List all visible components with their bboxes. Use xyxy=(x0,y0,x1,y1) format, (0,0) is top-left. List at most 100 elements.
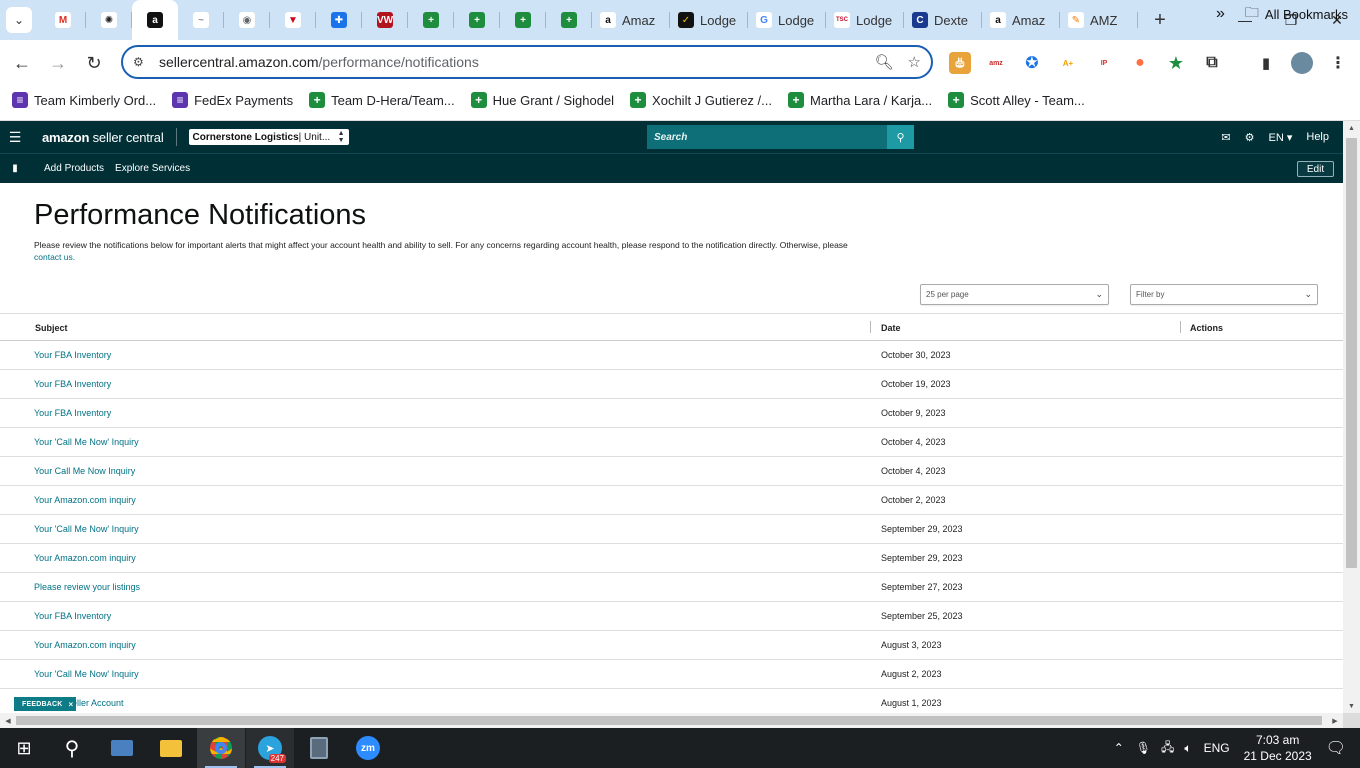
browser-tab[interactable]: + xyxy=(408,0,454,40)
browser-tab[interactable]: + xyxy=(454,0,500,40)
notification-subject-link[interactable]: Your Amazon.com inquiry xyxy=(34,553,136,563)
extension-amz-icon[interactable]: amz xyxy=(985,52,1007,74)
notification-subject-link[interactable]: Your Call Me Now Inquiry xyxy=(34,466,135,476)
bookmark-item[interactable]: ≡ Team Kimberly Ord... xyxy=(4,92,164,108)
bookmark-item[interactable]: + Xochilt J Gutierez /... xyxy=(622,92,780,108)
vertical-scroll-thumb[interactable] xyxy=(1346,138,1357,568)
hamburger-menu-icon[interactable]: ☰ xyxy=(0,129,30,146)
feedback-close-icon[interactable]: × xyxy=(69,700,74,709)
browser-tab[interactable]: + xyxy=(500,0,546,40)
nav-explore-services[interactable]: Explore Services xyxy=(115,163,190,174)
microphone-icon[interactable]: 🎙︎ xyxy=(1136,741,1151,755)
forward-button[interactable]: → xyxy=(40,45,76,81)
contact-us-link[interactable]: contact us. xyxy=(34,252,75,262)
bookmark-item[interactable]: + Scott Alley - Team... xyxy=(940,92,1093,108)
extension-ascout-icon[interactable]: A+ xyxy=(1057,52,1079,74)
tray-overflow-icon[interactable]: ⌃ xyxy=(1114,741,1124,755)
scroll-left-icon[interactable]: ◀ xyxy=(0,713,16,728)
extension-ip-alert-icon[interactable]: IP xyxy=(1093,52,1115,74)
column-date[interactable]: Date xyxy=(881,323,901,333)
notification-subject-link[interactable]: Your 'Call Me Now' Inquiry xyxy=(34,524,139,534)
side-panel-icon[interactable]: ▮ xyxy=(1255,52,1277,74)
address-bar[interactable]: ⚙ sellercentral.amazon.com/performance/n… xyxy=(121,45,933,79)
taskbar-search-button[interactable]: ⚲ xyxy=(48,728,96,768)
extension-star-icon[interactable]: ★ xyxy=(1165,52,1187,74)
browser-tab[interactable]: ✚ xyxy=(316,0,362,40)
browser-tab[interactable]: ✎ AMZ xyxy=(1060,0,1138,40)
seller-central-logo[interactable]: amazon seller central xyxy=(42,130,164,145)
network-icon[interactable]: 🖧︎ xyxy=(1161,738,1174,759)
scroll-down-icon[interactable]: ▼ xyxy=(1343,699,1360,713)
chrome-menu-icon[interactable]: ⋮ xyxy=(1327,52,1349,74)
taskbar-calculator[interactable] xyxy=(295,728,343,768)
taskbar-chrome[interactable] xyxy=(197,728,245,768)
account-switcher[interactable]: Cornerstone Logistics | Unit... ▲ ▼ xyxy=(188,129,349,145)
browser-tab[interactable]: ~ xyxy=(178,0,224,40)
language-selector[interactable]: EN ▾ xyxy=(1269,131,1293,144)
more-bookmarks-button[interactable]: » xyxy=(1216,5,1225,23)
profile-avatar[interactable] xyxy=(1291,52,1313,74)
bookmark-item[interactable]: + Team D-Hera/Team... xyxy=(301,92,463,108)
notifications-icon[interactable]: 🗨︎ xyxy=(1326,738,1346,758)
clock[interactable]: 7:03 am 21 Dec 2023 xyxy=(1244,732,1312,764)
site-info-icon[interactable]: ⚙ xyxy=(133,55,151,69)
bookmark-star-icon[interactable]: ☆ xyxy=(908,53,921,71)
extensions-puzzle-icon[interactable]: ⧉ xyxy=(1201,52,1223,74)
notification-subject-link[interactable]: Your Amazon.com inquiry xyxy=(34,495,136,505)
help-link[interactable]: Help xyxy=(1306,131,1329,143)
notification-subject-link[interactable]: Your FBA Inventory xyxy=(34,611,111,621)
seller-search-input[interactable]: Search xyxy=(647,125,887,149)
vertical-scrollbar[interactable]: ▲ ▼ xyxy=(1343,121,1360,713)
horizontal-scroll-thumb[interactable] xyxy=(16,716,1322,725)
notification-subject-link[interactable]: Your FBA Inventory xyxy=(34,408,111,418)
bookmark-item[interactable]: + Martha Lara / Karja... xyxy=(780,92,940,108)
gear-icon[interactable]: ⚙ xyxy=(1245,131,1255,144)
browser-tab[interactable]: ▼ xyxy=(270,0,316,40)
taskbar-telegram[interactable]: ➤ 247 xyxy=(246,728,294,768)
extension-cake-icon[interactable]: 🎂︎ xyxy=(949,52,971,74)
bookmark-item[interactable]: ≡ FedEx Payments xyxy=(164,92,301,108)
notification-subject-link[interactable]: Please review your listings xyxy=(34,582,140,592)
notification-subject-link[interactable]: Your 'Call Me Now' Inquiry xyxy=(34,437,139,447)
notification-subject-link[interactable]: Your FBA Inventory xyxy=(34,379,111,389)
browser-tab[interactable]: TSC Lodge xyxy=(826,0,904,40)
feedback-button[interactable]: FEEDBACK × xyxy=(14,697,76,711)
start-button[interactable]: ⊞ xyxy=(0,728,48,768)
notification-subject-link[interactable]: Your FBA Inventory xyxy=(34,350,111,360)
edit-nav-button[interactable]: Edit xyxy=(1297,161,1334,177)
back-button[interactable]: ← xyxy=(4,45,40,81)
horizontal-scrollbar[interactable]: ◀ ▶ xyxy=(0,713,1343,728)
browser-tab[interactable]: a Amaz xyxy=(982,0,1060,40)
nav-add-products[interactable]: Add Products xyxy=(44,163,104,174)
per-page-select[interactable]: 25 per page ⌄ xyxy=(920,284,1109,305)
filter-select[interactable]: Filter by ⌄ xyxy=(1130,284,1318,305)
bookmark-item[interactable]: + Hue Grant / Sighodel xyxy=(463,92,622,108)
scroll-up-icon[interactable]: ▲ xyxy=(1343,121,1360,135)
new-tab-button[interactable]: + xyxy=(1146,6,1174,34)
browser-tab[interactable]: ◉ xyxy=(224,0,270,40)
browser-tab[interactable]: VW xyxy=(362,0,408,40)
volume-icon[interactable]: 🔈︎ xyxy=(1184,741,1191,756)
browser-tab[interactable]: ✓ Lodge xyxy=(670,0,748,40)
url-text[interactable]: sellercentral.amazon.com/performance/not… xyxy=(159,54,479,70)
browser-tab[interactable]: + xyxy=(546,0,592,40)
bookmark-icon[interactable]: ▮ xyxy=(0,163,30,174)
extension-helium-icon[interactable]: ✪ xyxy=(1021,52,1043,74)
taskbar-desktop-app[interactable] xyxy=(98,728,146,768)
input-language[interactable]: ENG xyxy=(1204,741,1230,755)
tab-search-button[interactable]: ⌄ xyxy=(6,7,32,33)
browser-tab[interactable]: ✺ xyxy=(86,0,132,40)
extension-firefox-icon[interactable]: ● xyxy=(1129,52,1151,74)
taskbar-file-explorer[interactable] xyxy=(147,728,195,768)
browser-tab[interactable]: a Amaz xyxy=(592,0,670,40)
column-subject[interactable]: Subject xyxy=(35,323,68,333)
notification-subject-link[interactable]: Your Amazon.com inquiry xyxy=(34,640,136,650)
browser-tab[interactable]: C Dexte xyxy=(904,0,982,40)
browser-tab[interactable]: G Lodge xyxy=(748,0,826,40)
reload-button[interactable]: ↻ xyxy=(76,45,112,81)
browser-tab[interactable]: M xyxy=(40,0,86,40)
notification-subject-link[interactable]: Your 'Call Me Now' Inquiry xyxy=(34,669,139,679)
zoom-icon[interactable]: 🔍︎ xyxy=(875,53,894,71)
browser-tab[interactable]: a xyxy=(132,0,178,40)
scroll-right-icon[interactable]: ▶ xyxy=(1327,713,1343,728)
